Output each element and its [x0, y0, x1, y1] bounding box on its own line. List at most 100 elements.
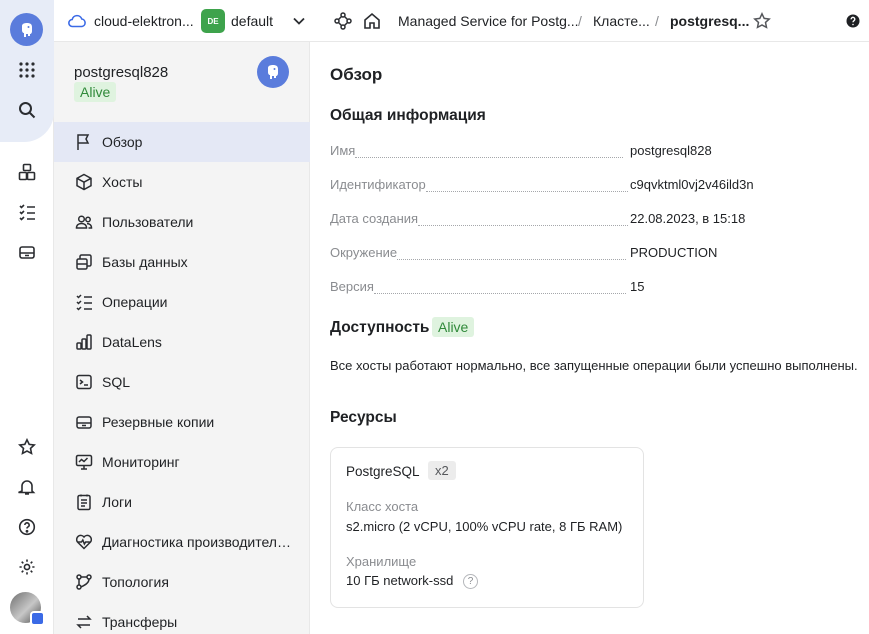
storage-icon[interactable]	[11, 236, 43, 268]
sidebar-item-label: SQL	[102, 374, 131, 390]
page-title: Обзор	[330, 65, 383, 84]
sidebar-item-monitoring[interactable]: Мониторинг	[54, 442, 310, 482]
bar-chart-icon	[74, 332, 94, 352]
cluster-name: postgresql828	[74, 64, 169, 81]
users-icon	[74, 212, 94, 232]
logs-icon	[74, 492, 94, 512]
resource-card: PostgreSQL x2 Класс хоста s2.micro (2 vC…	[330, 447, 644, 608]
cloud-icon	[68, 14, 86, 28]
overview-content: Обзор Общая информация Имя postgresql828…	[311, 42, 869, 634]
sidebar-item-sql[interactable]: SQL	[54, 362, 310, 402]
sidebar-item-operations[interactable]: Операции	[54, 282, 310, 322]
storage-help-icon[interactable]: ?	[462, 574, 478, 590]
flag-icon	[74, 132, 94, 152]
chevron-down-icon	[293, 17, 305, 25]
leader-dots	[355, 157, 624, 158]
services-cubes-icon[interactable]	[11, 156, 43, 188]
help-filled-icon[interactable]	[846, 0, 860, 42]
leader-dots	[418, 225, 629, 226]
heartbeat-icon	[74, 532, 94, 552]
backup-icon	[74, 412, 94, 432]
sidebar-item-transfers[interactable]: Трансферы	[54, 602, 310, 634]
info-row-created: Дата создания 22.08.2023, в 15:18	[330, 211, 850, 231]
cluster-sidebar: postgresql828 Alive Обзор Хосты Пользова…	[54, 42, 310, 634]
availability-heading: Доступность	[330, 319, 430, 336]
breadcrumb-current-label: postgresq...	[670, 13, 750, 29]
databases-icon	[74, 252, 94, 272]
info-value[interactable]: c9qvktml0vj2v46ild3n	[630, 177, 754, 192]
settings-gear-icon[interactable]	[11, 551, 43, 583]
help-icon[interactable]	[11, 511, 43, 543]
elephant-logo-icon[interactable]	[10, 13, 43, 46]
sidebar-item-label: Операции	[102, 294, 168, 310]
folder-name: default	[231, 13, 274, 29]
cloud-name: cloud-elektron...	[94, 13, 194, 29]
star-icon[interactable]	[11, 431, 43, 463]
folder-selector[interactable]: DE default	[201, 0, 305, 42]
storage-size: 10 ГБ	[346, 573, 380, 588]
sidebar-item-users[interactable]: Пользователи	[54, 202, 310, 242]
breadcrumb-separator: /	[655, 13, 659, 29]
availability-status-badge: Alive	[432, 317, 475, 337]
sidebar-item-label: Трансферы	[102, 614, 178, 630]
favorite-star-icon[interactable]	[753, 0, 771, 42]
sidebar-item-topology[interactable]: Топология	[54, 562, 310, 602]
sidebar-item-logs[interactable]: Логи	[54, 482, 310, 522]
breadcrumb-clusters[interactable]: Класте...	[593, 0, 650, 42]
sidebar-item-label: Топология	[102, 574, 169, 590]
leader-dots	[425, 191, 628, 192]
info-row-version: Версия 15	[330, 279, 850, 299]
postgresql-elephant-icon	[257, 56, 289, 88]
breadcrumb-clusters-label: Класте...	[593, 13, 650, 29]
user-avatar[interactable]	[10, 592, 45, 626]
home-icon[interactable]	[363, 0, 381, 42]
account-badge-icon	[30, 611, 45, 626]
sidebar-item-label: Диагностика производитель...	[102, 534, 292, 550]
apps-grid-icon[interactable]	[11, 54, 43, 86]
sidebar-item-hosts[interactable]: Хосты	[54, 162, 310, 202]
cloud-selector[interactable]: cloud-elektron...	[68, 0, 194, 42]
sidebar-item-label: Базы данных	[102, 254, 188, 270]
storage-label: Хранилище	[346, 554, 417, 569]
sidebar-item-diagnostics[interactable]: Диагностика производитель...	[54, 522, 310, 562]
folder-badge: DE	[201, 9, 225, 33]
sidebar-item-databases[interactable]: Базы данных	[54, 242, 310, 282]
info-value: PRODUCTION	[630, 245, 718, 260]
availability-description: Все хосты работают нормально, все запуще…	[330, 358, 858, 373]
topology-icon	[74, 572, 94, 592]
info-key: Версия	[330, 279, 374, 294]
breadcrumb-current: postgresq...	[670, 0, 749, 42]
sidebar-item-backups[interactable]: Резервные копии	[54, 402, 310, 442]
info-key: Идентификатор	[330, 177, 426, 192]
sidebar-item-datalens[interactable]: DataLens	[54, 322, 310, 362]
transfer-icon	[74, 612, 94, 632]
bell-icon[interactable]	[11, 471, 43, 503]
breadcrumb-service[interactable]: Managed Service for Postg...	[398, 0, 579, 42]
host-class-value: s2.micro (2 vCPU, 100% vCPU rate, 8 ГБ R…	[346, 519, 623, 534]
storage-value: 10 ГБ network-ssd ?	[346, 573, 478, 590]
general-info-heading: Общая информация	[330, 107, 486, 124]
leader-dots	[373, 293, 626, 294]
top-header: cloud-elektron... DE default Managed Ser…	[54, 0, 869, 42]
info-key: Дата создания	[330, 211, 419, 226]
search-icon[interactable]	[11, 94, 43, 126]
sidebar-item-label: Логи	[102, 494, 132, 510]
info-row-name: Имя postgresql828	[330, 143, 850, 163]
breadcrumb-separator: /	[578, 13, 582, 29]
resources-heading: Ресурсы	[330, 409, 397, 426]
operations-list-icon	[74, 292, 94, 312]
sidebar-item-label: Хосты	[102, 174, 143, 190]
breadcrumb-service-label: Managed Service for Postg...	[398, 13, 579, 29]
storage-type: network-ssd	[383, 573, 454, 588]
sidebar-item-label: Резервные копии	[102, 414, 215, 430]
leader-dots	[397, 259, 627, 260]
info-row-environment: Окружение PRODUCTION	[330, 245, 850, 265]
info-value: 22.08.2023, в 15:18	[630, 211, 746, 226]
status-badge: Alive	[74, 82, 117, 102]
checklist-icon[interactable]	[11, 196, 43, 228]
service-graph-icon[interactable]	[334, 0, 352, 42]
info-value: 15	[630, 279, 645, 294]
sidebar-item-overview[interactable]: Обзор	[54, 122, 310, 162]
sidebar-item-label: Мониторинг	[102, 454, 180, 470]
resource-card-title: PostgreSQL	[346, 464, 420, 479]
